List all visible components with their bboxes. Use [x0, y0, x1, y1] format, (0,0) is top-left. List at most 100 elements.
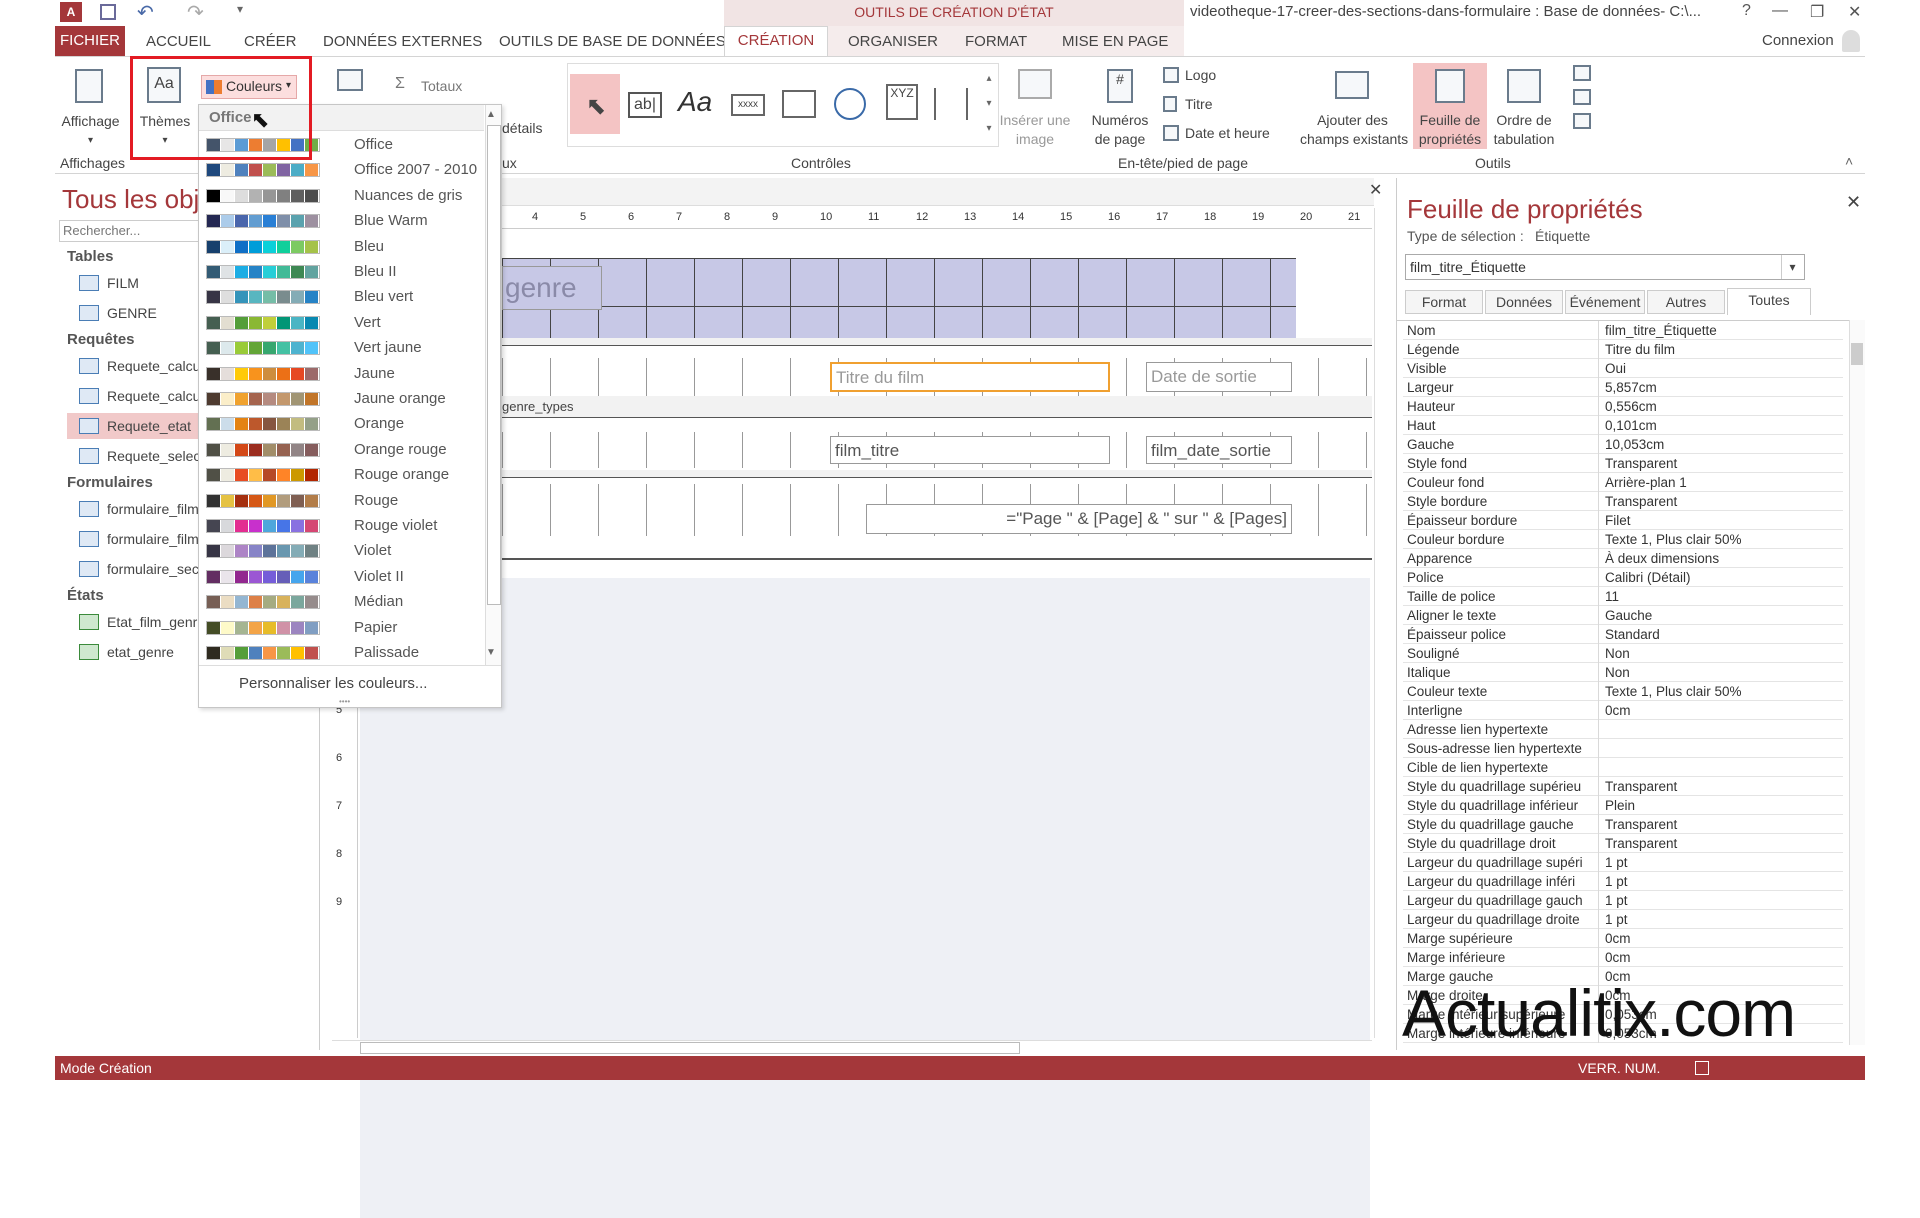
- property-row[interactable]: Style du quadrillage droit Transparent: [1403, 834, 1843, 853]
- object-selector[interactable]: film_titre_Étiquette: [1405, 254, 1805, 280]
- group-header-bar[interactable]: genre_types: [502, 396, 1372, 418]
- close-button[interactable]: ✕: [1848, 2, 1861, 22]
- vertical-scrollbar[interactable]: [1374, 208, 1390, 1038]
- property-row[interactable]: Interligne 0cm: [1403, 701, 1843, 720]
- property-row[interactable]: Épaisseur police Standard: [1403, 625, 1843, 644]
- property-row[interactable]: Style bordure Transparent: [1403, 492, 1843, 511]
- titre-button[interactable]: Titre: [1185, 96, 1212, 112]
- property-row[interactable]: Marge supérieure 0cm: [1403, 929, 1843, 948]
- color-scheme-item[interactable]: Blue Warm: [199, 209, 484, 234]
- hyperlink-icon[interactable]: [834, 88, 866, 120]
- property-row[interactable]: Largeur du quadrillage supéri 1 pt: [1403, 853, 1843, 872]
- redo-icon[interactable]: ↷: [187, 0, 204, 25]
- property-row[interactable]: Style fond Transparent: [1403, 454, 1843, 473]
- property-value[interactable]: 0cm: [1603, 701, 1839, 720]
- numeros-line2[interactable]: de page: [1085, 130, 1155, 149]
- property-row[interactable]: Nom film_titre_Étiquette: [1403, 321, 1843, 340]
- property-value[interactable]: Non: [1603, 644, 1839, 663]
- ordre-line1[interactable]: Ordre de: [1489, 111, 1559, 130]
- add-fields-icon[interactable]: [1335, 71, 1369, 99]
- date-heure-button[interactable]: Date et heure: [1185, 125, 1270, 141]
- sigma-icon[interactable]: Σ: [395, 75, 405, 93]
- inserer-image-line1[interactable]: Insérer une: [995, 111, 1075, 130]
- logo-icon[interactable]: [1163, 67, 1179, 83]
- horizontal-scroll-thumb[interactable]: [360, 1042, 1020, 1054]
- color-scheme-item[interactable]: Bleu II: [199, 260, 484, 285]
- property-row[interactable]: Taille de police 11: [1403, 587, 1843, 606]
- tab-donnees-externes[interactable]: DONNÉES EXTERNES: [323, 33, 482, 50]
- user-avatar-icon[interactable]: [1842, 30, 1860, 52]
- details-button[interactable]: détails: [502, 120, 542, 136]
- nav-section-formulaires[interactable]: Formulaires: [67, 474, 153, 491]
- navigation-icon[interactable]: [934, 88, 968, 120]
- property-row[interactable]: Style du quadrillage inférieur Plein: [1403, 796, 1843, 815]
- ajouter-line2[interactable]: champs existants: [1300, 130, 1408, 149]
- prop-tab-format[interactable]: Format: [1405, 290, 1483, 314]
- color-scheme-item[interactable]: Jaune: [199, 362, 484, 387]
- property-value[interactable]: 5,857cm: [1603, 378, 1839, 397]
- tab-control-icon[interactable]: [782, 90, 816, 118]
- tab-format[interactable]: FORMAT: [965, 33, 1027, 50]
- section-divider[interactable]: [502, 338, 1372, 346]
- undo-icon[interactable]: ↶: [137, 0, 154, 25]
- color-scheme-item[interactable]: Orange rouge: [199, 438, 484, 463]
- convert-macros-icon[interactable]: [1573, 113, 1591, 129]
- property-value[interactable]: Plein: [1603, 796, 1839, 815]
- date-sortie-label[interactable]: Date de sortie: [1146, 362, 1292, 392]
- property-row[interactable]: Légende Titre du film: [1403, 340, 1843, 359]
- restore-button[interactable]: ❐: [1810, 2, 1824, 22]
- affichage-button[interactable]: Affichage: [58, 112, 123, 131]
- property-row[interactable]: Visible Oui: [1403, 359, 1843, 378]
- property-value[interactable]: 1 pt: [1603, 872, 1839, 891]
- property-value[interactable]: 0cm: [1603, 929, 1839, 948]
- totaux-button[interactable]: Totaux: [421, 78, 462, 94]
- nav-title[interactable]: Tous les obj: [62, 184, 199, 215]
- prop-tab-toutes[interactable]: Toutes: [1727, 288, 1811, 315]
- design-view-icon[interactable]: [1695, 1061, 1709, 1075]
- color-scheme-item[interactable]: Bleu vert: [199, 285, 484, 310]
- color-scheme-item[interactable]: Vert: [199, 311, 484, 336]
- property-row[interactable]: Haut 0,101cm: [1403, 416, 1843, 435]
- property-value[interactable]: 0,556cm: [1603, 397, 1839, 416]
- property-value[interactable]: 0cm: [1603, 948, 1839, 967]
- subform-icon[interactable]: [1573, 65, 1591, 81]
- property-value[interactable]: 11: [1603, 587, 1839, 606]
- property-value[interactable]: Arrière-plan 1: [1603, 473, 1839, 492]
- property-row[interactable]: Couleur texte Texte 1, Plus clair 50%: [1403, 682, 1843, 701]
- tab-accueil[interactable]: ACCUEIL: [146, 33, 211, 50]
- property-value[interactable]: Standard: [1603, 625, 1839, 644]
- property-row[interactable]: Aligner le texte Gauche: [1403, 606, 1843, 625]
- property-row[interactable]: Marge inférieure 0cm: [1403, 948, 1843, 967]
- color-scheme-item[interactable]: Médian: [199, 590, 484, 615]
- property-value[interactable]: Transparent: [1603, 454, 1839, 473]
- color-scheme-item[interactable]: Rouge orange: [199, 463, 484, 488]
- group-sort-icon[interactable]: [337, 69, 363, 91]
- save-icon[interactable]: [100, 4, 116, 20]
- color-scheme-item[interactable]: Orange: [199, 412, 484, 437]
- property-scrollbar[interactable]: [1849, 320, 1865, 1045]
- property-value[interactable]: Titre du film: [1603, 340, 1839, 359]
- customize-colors-button[interactable]: Personnaliser les couleurs...: [239, 675, 427, 692]
- prop-tab-autres[interactable]: Autres: [1647, 290, 1725, 314]
- film-titre-label-selected[interactable]: Titre du film: [830, 362, 1110, 392]
- property-value[interactable]: Transparent: [1603, 492, 1839, 511]
- tab-mise-en-page[interactable]: MISE EN PAGE: [1062, 33, 1168, 50]
- tab-creation[interactable]: CRÉATION: [724, 26, 828, 57]
- color-scheme-item[interactable]: Rouge violet: [199, 514, 484, 539]
- property-row[interactable]: Largeur du quadrillage droite 1 pt: [1403, 910, 1843, 929]
- property-value[interactable]: À deux dimensions: [1603, 549, 1839, 568]
- property-row[interactable]: Style du quadrillage gauche Transparent: [1403, 815, 1843, 834]
- scroll-down-icon[interactable]: ▼: [486, 647, 496, 658]
- report-title-label[interactable]: genre: [502, 266, 602, 310]
- gallery-scroll[interactable]: ▴ ▾ ▾: [982, 66, 996, 142]
- label-icon[interactable]: Aa: [678, 86, 712, 118]
- nav-section-tables[interactable]: Tables: [67, 248, 113, 265]
- color-scheme-item[interactable]: Violet II: [199, 565, 484, 590]
- property-value[interactable]: Texte 1, Plus clair 50%: [1603, 682, 1839, 701]
- property-row[interactable]: Couleur fond Arrière-plan 1: [1403, 473, 1843, 492]
- view-icon[interactable]: [75, 69, 103, 103]
- property-value[interactable]: 1 pt: [1603, 891, 1839, 910]
- tab-order-icon[interactable]: [1507, 69, 1541, 103]
- property-value[interactable]: 10,053cm: [1603, 435, 1839, 454]
- collapse-ribbon-icon[interactable]: ˄: [1845, 153, 1853, 169]
